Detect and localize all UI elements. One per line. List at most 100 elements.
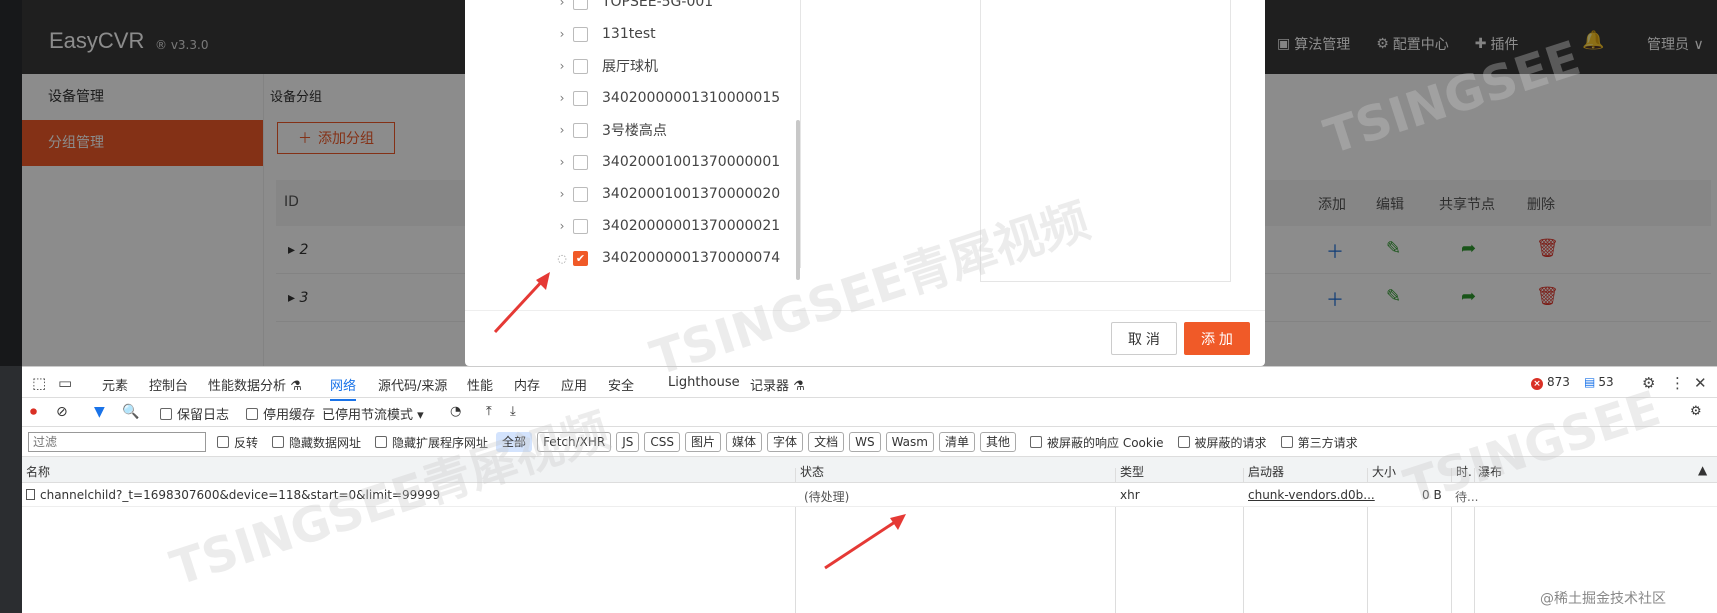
message-icon: ▤ — [1584, 375, 1596, 389]
tree-node[interactable]: › 3号楼高点 — [551, 114, 800, 146]
more-icon[interactable]: ⋮ — [1670, 374, 1685, 392]
devtools-tab[interactable]: 性能 — [467, 375, 493, 394]
wifi-icon[interactable]: ◔ — [450, 404, 461, 419]
loading-spinner-icon[interactable]: ◌ — [551, 252, 573, 265]
col-waterfall[interactable]: 瀑布 — [1478, 463, 1502, 480]
type-filter-chip[interactable]: 媒体 — [726, 432, 763, 452]
chevron-right-icon[interactable]: › — [551, 123, 573, 137]
type-filter-chip[interactable]: 其他 — [979, 432, 1016, 452]
preserve-log-checkbox[interactable]: 保留日志 — [160, 404, 229, 423]
blocked-cookies-checkbox[interactable]: 被屏蔽的响应 Cookie — [1030, 434, 1164, 451]
col-time[interactable]: 时. — [1456, 463, 1472, 480]
hide-ext-urls-checkbox[interactable]: 隐藏扩展程序网址 — [375, 434, 488, 451]
sort-up-icon[interactable]: ▲ — [1698, 463, 1707, 477]
upload-icon[interactable]: ⤒ — [486, 404, 492, 419]
disable-cache-checkbox[interactable]: 停用缓存 — [246, 404, 315, 423]
cancel-button[interactable]: 取 消 — [1111, 322, 1177, 355]
gear-icon[interactable]: ⚙ — [1690, 404, 1702, 419]
type-filter-chip[interactable]: 清单 — [938, 432, 975, 452]
tree-node-checkbox[interactable]: ✔ — [573, 250, 588, 266]
tree-node[interactable]: › 展厅球机 — [551, 50, 800, 82]
chevron-right-icon[interactable]: › — [551, 187, 573, 201]
type-filter-chip[interactable]: Fetch/XHR — [537, 432, 612, 452]
record-icon[interactable]: ⏺ — [30, 404, 37, 420]
tree-node-label: 展厅球机 — [602, 59, 658, 75]
search-icon[interactable]: 🔍 — [122, 404, 139, 420]
chevron-right-icon[interactable]: › — [551, 0, 573, 9]
chevron-right-icon[interactable]: › — [551, 27, 573, 41]
document-icon — [26, 489, 35, 500]
error-count[interactable]: × 873 — [1531, 375, 1570, 390]
filter-icon[interactable]: ▼ — [94, 404, 105, 420]
col-name[interactable]: 名称 — [26, 463, 50, 480]
tree-node-checkbox[interactable] — [573, 26, 588, 42]
request-initiator-link[interactable]: chunk-vendors.d0b... — [1248, 488, 1375, 502]
devtools-tabs: ⬚ ▭ 元素 控制台 性能数据分析 ⚗ 网络 源代码/来源 性能 内存 应用 安全 Lightho… — [22, 367, 1717, 401]
devtools-tab[interactable]: 内存 — [514, 375, 540, 394]
inspect-icon[interactable]: ⬚ — [32, 374, 46, 392]
type-filter-chip[interactable]: JS — [616, 432, 640, 452]
tree-node-checkbox[interactable] — [573, 218, 588, 234]
tree-node[interactable]: ◌ ✔ 34020000001370000074 — [551, 242, 800, 268]
chevron-right-icon[interactable]: › — [551, 91, 573, 105]
network-toolbar: ⏺ ⊘ ▼ 🔍 保留日志 停用缓存 已停用节流模式 ▾ ◔ ⤒ ⤓ ⚙ — [22, 398, 1717, 427]
type-filter-chip[interactable]: 文档 — [808, 432, 845, 452]
devtools-tab[interactable]: 应用 — [561, 375, 587, 394]
chevron-right-icon[interactable]: › — [551, 155, 573, 169]
tree-node-checkbox[interactable] — [573, 58, 588, 74]
request-type: xhr — [1120, 488, 1140, 502]
request-name: channelchild?_t=1698307600&device=118&st… — [26, 488, 440, 502]
tree-node-checkbox[interactable] — [573, 90, 588, 106]
tree-node-checkbox[interactable] — [573, 0, 588, 10]
gear-icon[interactable]: ⚙ — [1642, 374, 1655, 392]
tree-node[interactable]: › 34020000001310000015 — [551, 82, 800, 114]
device-toolbar-icon[interactable]: ▭ — [58, 374, 72, 392]
hide-data-urls-checkbox[interactable]: 隐藏数据网址 — [272, 434, 361, 451]
devtools-tab[interactable]: 记录器 ⚗ — [750, 375, 805, 394]
middle-panel — [801, 0, 981, 282]
devtools-tab[interactable]: 安全 — [608, 375, 634, 394]
throttle-select[interactable]: 已停用节流模式 ▾ — [322, 404, 424, 423]
type-filter-chip[interactable]: 全部 — [496, 432, 533, 452]
invert-checkbox[interactable]: 反转 — [217, 434, 258, 451]
tree-node-checkbox[interactable] — [573, 154, 588, 170]
devtools-tab[interactable]: 元素 — [102, 375, 128, 394]
type-filter-chip[interactable]: CSS — [644, 432, 681, 452]
tree-node-checkbox[interactable] — [573, 122, 588, 138]
col-status[interactable]: 状态 — [800, 463, 824, 480]
devtools-tab[interactable]: 控制台 — [149, 375, 188, 394]
col-size[interactable]: 大小 — [1372, 463, 1396, 480]
tree-node[interactable]: › 34020000001370000021 — [551, 210, 800, 242]
request-status: (待处理) — [804, 490, 850, 504]
chevron-right-icon[interactable]: › — [551, 59, 573, 73]
add-button[interactable]: 添 加 — [1184, 322, 1250, 355]
type-filter-chip[interactable]: 字体 — [767, 432, 804, 452]
message-count[interactable]: ▤ 53 — [1584, 375, 1614, 389]
filter-bar: 反转 隐藏数据网址 隐藏扩展程序网址 全部Fetch/XHRJSCSS图片媒体字… — [22, 427, 1717, 457]
tree-scrollbar[interactable] — [796, 120, 800, 280]
tree-node[interactable]: › 34020001001370000020 — [551, 178, 800, 210]
tree-node-label: TOPSEE-5G-001 — [602, 0, 714, 10]
request-row[interactable]: channelchild?_t=1698307600&device=118&st… — [22, 483, 1717, 507]
chevron-right-icon[interactable]: › — [551, 219, 573, 233]
type-filter-chip[interactable]: Wasm — [885, 432, 934, 452]
tree-node[interactable]: › 131test — [551, 18, 800, 50]
download-icon[interactable]: ⤓ — [510, 404, 516, 419]
devtools-tab[interactable]: 性能数据分析 ⚗ — [208, 375, 302, 394]
blocked-requests-checkbox[interactable]: 被屏蔽的请求 — [1177, 434, 1267, 451]
filter-input[interactable] — [28, 432, 206, 452]
third-party-checkbox[interactable]: 第三方请求 — [1280, 434, 1358, 451]
close-icon[interactable]: ✕ — [1694, 374, 1707, 392]
col-type[interactable]: 类型 — [1120, 463, 1144, 480]
tree-node-label: 34020001001370000020 — [602, 186, 781, 202]
tree-node-checkbox[interactable] — [573, 186, 588, 202]
devtools-tab[interactable]: Lighthouse — [668, 375, 740, 390]
type-filter-chip[interactable]: 图片 — [685, 432, 722, 452]
tree-node[interactable]: › TOPSEE-5G-001 — [551, 0, 800, 18]
clear-icon[interactable]: ⊘ — [56, 404, 68, 420]
devtools-tab[interactable]: 源代码/来源 — [378, 375, 447, 394]
tree-node[interactable]: › 34020001001370000001 — [551, 146, 800, 178]
tree-node-label: 34020000001370000074 — [602, 250, 781, 266]
col-initiator[interactable]: 启动器 — [1248, 463, 1284, 480]
type-filter-chip[interactable]: WS — [849, 432, 881, 452]
